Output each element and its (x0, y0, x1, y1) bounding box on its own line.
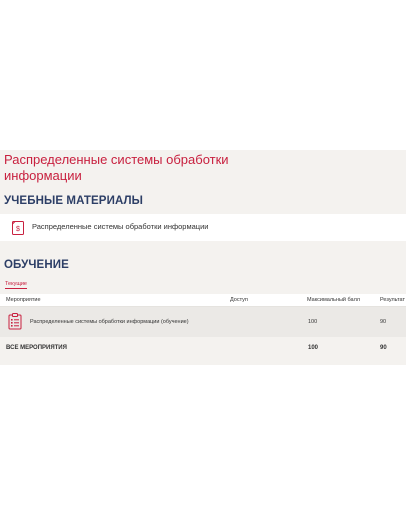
material-item[interactable]: $ Распределенные системы обработки инфор… (0, 214, 406, 241)
clipboard-list-icon (8, 313, 22, 330)
svg-text:$: $ (16, 226, 20, 233)
tab-current[interactable]: Текущие (5, 281, 27, 289)
material-item-label[interactable]: Распределенные системы обработки информа… (32, 222, 208, 231)
column-header-access[interactable]: Доступ (230, 297, 248, 303)
learning-heading: ОБУЧЕНИЕ (4, 259, 69, 271)
total-max-score: 100 (308, 345, 319, 351)
table-row[interactable]: Распределенные системы обработки информа… (0, 307, 406, 337)
total-label: ВСЕ МЕРОПРИЯТИЯ (6, 345, 67, 351)
event-name[interactable]: Распределенные системы обработки информа… (30, 319, 189, 325)
table-header: Мероприятие Доступ Максимальный балл Рез… (0, 294, 406, 307)
total-result: 90 (380, 345, 387, 351)
column-header-event[interactable]: Мероприятие (6, 297, 41, 303)
document-money-icon: $ (12, 221, 24, 235)
column-header-result[interactable]: Результат (380, 297, 405, 303)
column-header-max-score[interactable]: Максимальный балл (307, 297, 360, 303)
materials-heading: УЧЕБНЫЕ МАТЕРИАЛЫ (4, 195, 144, 207)
page-title: Распределенные системы обработки информа… (4, 152, 229, 183)
event-max-score: 100 (308, 319, 318, 325)
total-row: ВСЕ МЕРОПРИЯТИЯ 100 90 (0, 341, 406, 357)
event-result: 90 (380, 319, 387, 325)
page: Распределенные системы обработки информа… (0, 0, 406, 516)
